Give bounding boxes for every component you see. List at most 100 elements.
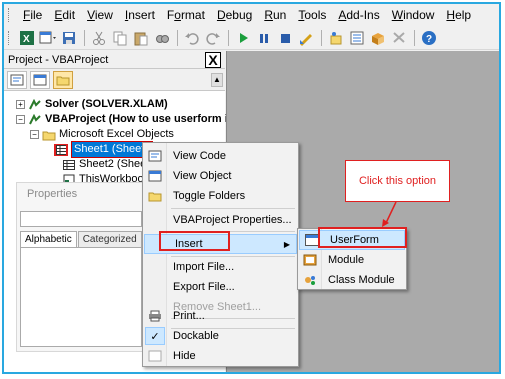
undo-icon[interactable] (182, 28, 202, 48)
redo-icon[interactable] (203, 28, 223, 48)
menu-item-export-file[interactable]: Export File... (143, 277, 298, 297)
project-explorer-icon[interactable] (326, 28, 346, 48)
menu-run[interactable]: Run (258, 4, 292, 26)
menu-grip (8, 8, 11, 22)
toolbar-separator (84, 29, 85, 46)
save-icon[interactable] (59, 28, 79, 48)
menu-insert[interactable]: Insert (119, 4, 161, 26)
vba-project-icon (28, 113, 42, 126)
view-code-icon (143, 146, 167, 166)
view-code-toggle-icon[interactable] (7, 70, 27, 89)
menu-item-view-object[interactable]: View Object (143, 166, 298, 186)
menu-tools[interactable]: Tools (292, 4, 332, 26)
view-object-toggle-icon[interactable] (30, 70, 50, 89)
folder-icon (143, 186, 167, 206)
project-explorer-toolbar: ▲ (4, 69, 225, 91)
copy-icon[interactable] (110, 28, 130, 48)
tab-alphabetic[interactable]: Alphabetic (20, 231, 77, 247)
tree-item-sheet1[interactable]: Sheet1 (Sheet1 (54, 141, 154, 158)
insert-highlight-box (159, 231, 230, 251)
help-icon[interactable]: ? (419, 28, 439, 48)
collapse-icon[interactable]: − (30, 130, 39, 139)
toolbar-grip (8, 30, 11, 45)
tree-item-label: VBAProject (How to use userform in (45, 113, 235, 125)
paste-icon[interactable] (131, 28, 151, 48)
menu-item-import-file[interactable]: Import File... (143, 257, 298, 277)
menu-help[interactable]: Help (440, 4, 477, 26)
toolbar-separator (414, 29, 415, 46)
properties-icon[interactable] (347, 28, 367, 48)
menu-item-label: Dockable (173, 330, 219, 342)
toolbox-icon[interactable] (389, 28, 409, 48)
menu-item-toggle-folders[interactable]: Toggle Folders (143, 186, 298, 206)
menu-window[interactable]: Window (386, 4, 441, 26)
menu-format[interactable]: Format (161, 4, 211, 26)
vbe-window: File Edit View Insert Format Debug Run T… (2, 2, 501, 374)
standard-toolbar: X ? (4, 26, 499, 50)
submenu-item-module[interactable]: Module (298, 250, 406, 270)
menu-edit[interactable]: Edit (48, 4, 81, 26)
toolbar-separator (228, 29, 229, 46)
menu-item-label: View Code (173, 150, 226, 162)
menu-item-label: View Object (173, 170, 232, 182)
close-icon[interactable]: X (205, 51, 221, 68)
menu-bar: File Edit View Insert Format Debug Run T… (4, 4, 499, 26)
menu-item-print[interactable]: Print... (143, 306, 298, 326)
folder-icon (42, 129, 56, 141)
callout-text: Click this option (358, 175, 437, 187)
design-mode-icon[interactable] (296, 28, 316, 48)
toggle-folders-icon[interactable] (53, 70, 73, 89)
submenu-arrow-icon: ▶ (283, 239, 290, 249)
tree-item-label: Microsoft Excel Objects (59, 128, 174, 140)
cut-icon[interactable] (89, 28, 109, 48)
module-icon (298, 250, 322, 270)
userform-highlight-box (318, 227, 407, 248)
menu-item-label: Export File... (173, 281, 235, 293)
properties-title: Properties (27, 188, 78, 200)
tree-item-solver[interactable]: + Solver (SOLVER.XLAM) (16, 97, 168, 112)
break-icon[interactable] (254, 28, 274, 48)
context-menu: View Code View Object Toggle Folders VBA… (142, 142, 299, 367)
properties-grid[interactable] (20, 247, 142, 347)
view-object-icon (143, 166, 167, 186)
menu-item-hide[interactable]: Hide (143, 346, 298, 366)
project-explorer-titlebar: Project - VBAProject X (4, 51, 225, 69)
vba-project-icon (28, 98, 42, 111)
svg-text:?: ? (426, 34, 432, 45)
reset-icon[interactable] (275, 28, 295, 48)
menu-item-label: VBAProject Properties... (173, 214, 292, 226)
find-icon[interactable] (152, 28, 172, 48)
menu-item-view-code[interactable]: View Code (143, 146, 298, 166)
properties-object-dropdown[interactable] (20, 211, 142, 227)
scroll-up-icon[interactable]: ▲ (211, 73, 223, 87)
svg-text:X: X (23, 34, 30, 45)
menu-item-label: Module (328, 254, 365, 266)
tree-item-vbaproject[interactable]: − VBAProject (How to use userform in (16, 112, 234, 127)
callout-box: Click this option (345, 160, 450, 202)
menu-add-ins[interactable]: Add-Ins (332, 4, 385, 26)
menu-item-label: Print... (173, 310, 205, 322)
class-module-icon (298, 270, 322, 290)
submenu-item-class-module[interactable]: Class Module (298, 270, 406, 290)
expand-icon[interactable]: + (16, 100, 25, 109)
menu-debug[interactable]: Debug (211, 4, 258, 26)
properties-tabs: Alphabetic Categorized (20, 231, 142, 247)
menu-item-label: Class Module (328, 274, 395, 286)
menu-item-dockable[interactable]: ✓ Dockable (143, 326, 298, 346)
collapse-icon[interactable]: − (16, 115, 25, 124)
excel-icon[interactable]: X (17, 28, 37, 48)
menu-item-vbaproject-properties[interactable]: VBAProject Properties... (143, 210, 298, 230)
properties-panel: Properties Alphabetic Categorized (16, 182, 144, 352)
run-icon[interactable] (233, 28, 253, 48)
tab-categorized[interactable]: Categorized (77, 231, 142, 247)
menu-item-label: Import File... (173, 261, 235, 273)
object-browser-icon[interactable] (368, 28, 388, 48)
menu-item-label: Hide (173, 350, 196, 362)
menu-view[interactable]: View (81, 4, 119, 26)
menu-separator (171, 208, 295, 209)
checkmark-icon: ✓ (145, 327, 165, 345)
tree-item-excel-objects[interactable]: − Microsoft Excel Objects (30, 127, 174, 142)
menu-file[interactable]: File (17, 4, 48, 26)
menu-item-label: Toggle Folders (173, 190, 246, 202)
insert-userform-icon[interactable] (38, 28, 58, 48)
